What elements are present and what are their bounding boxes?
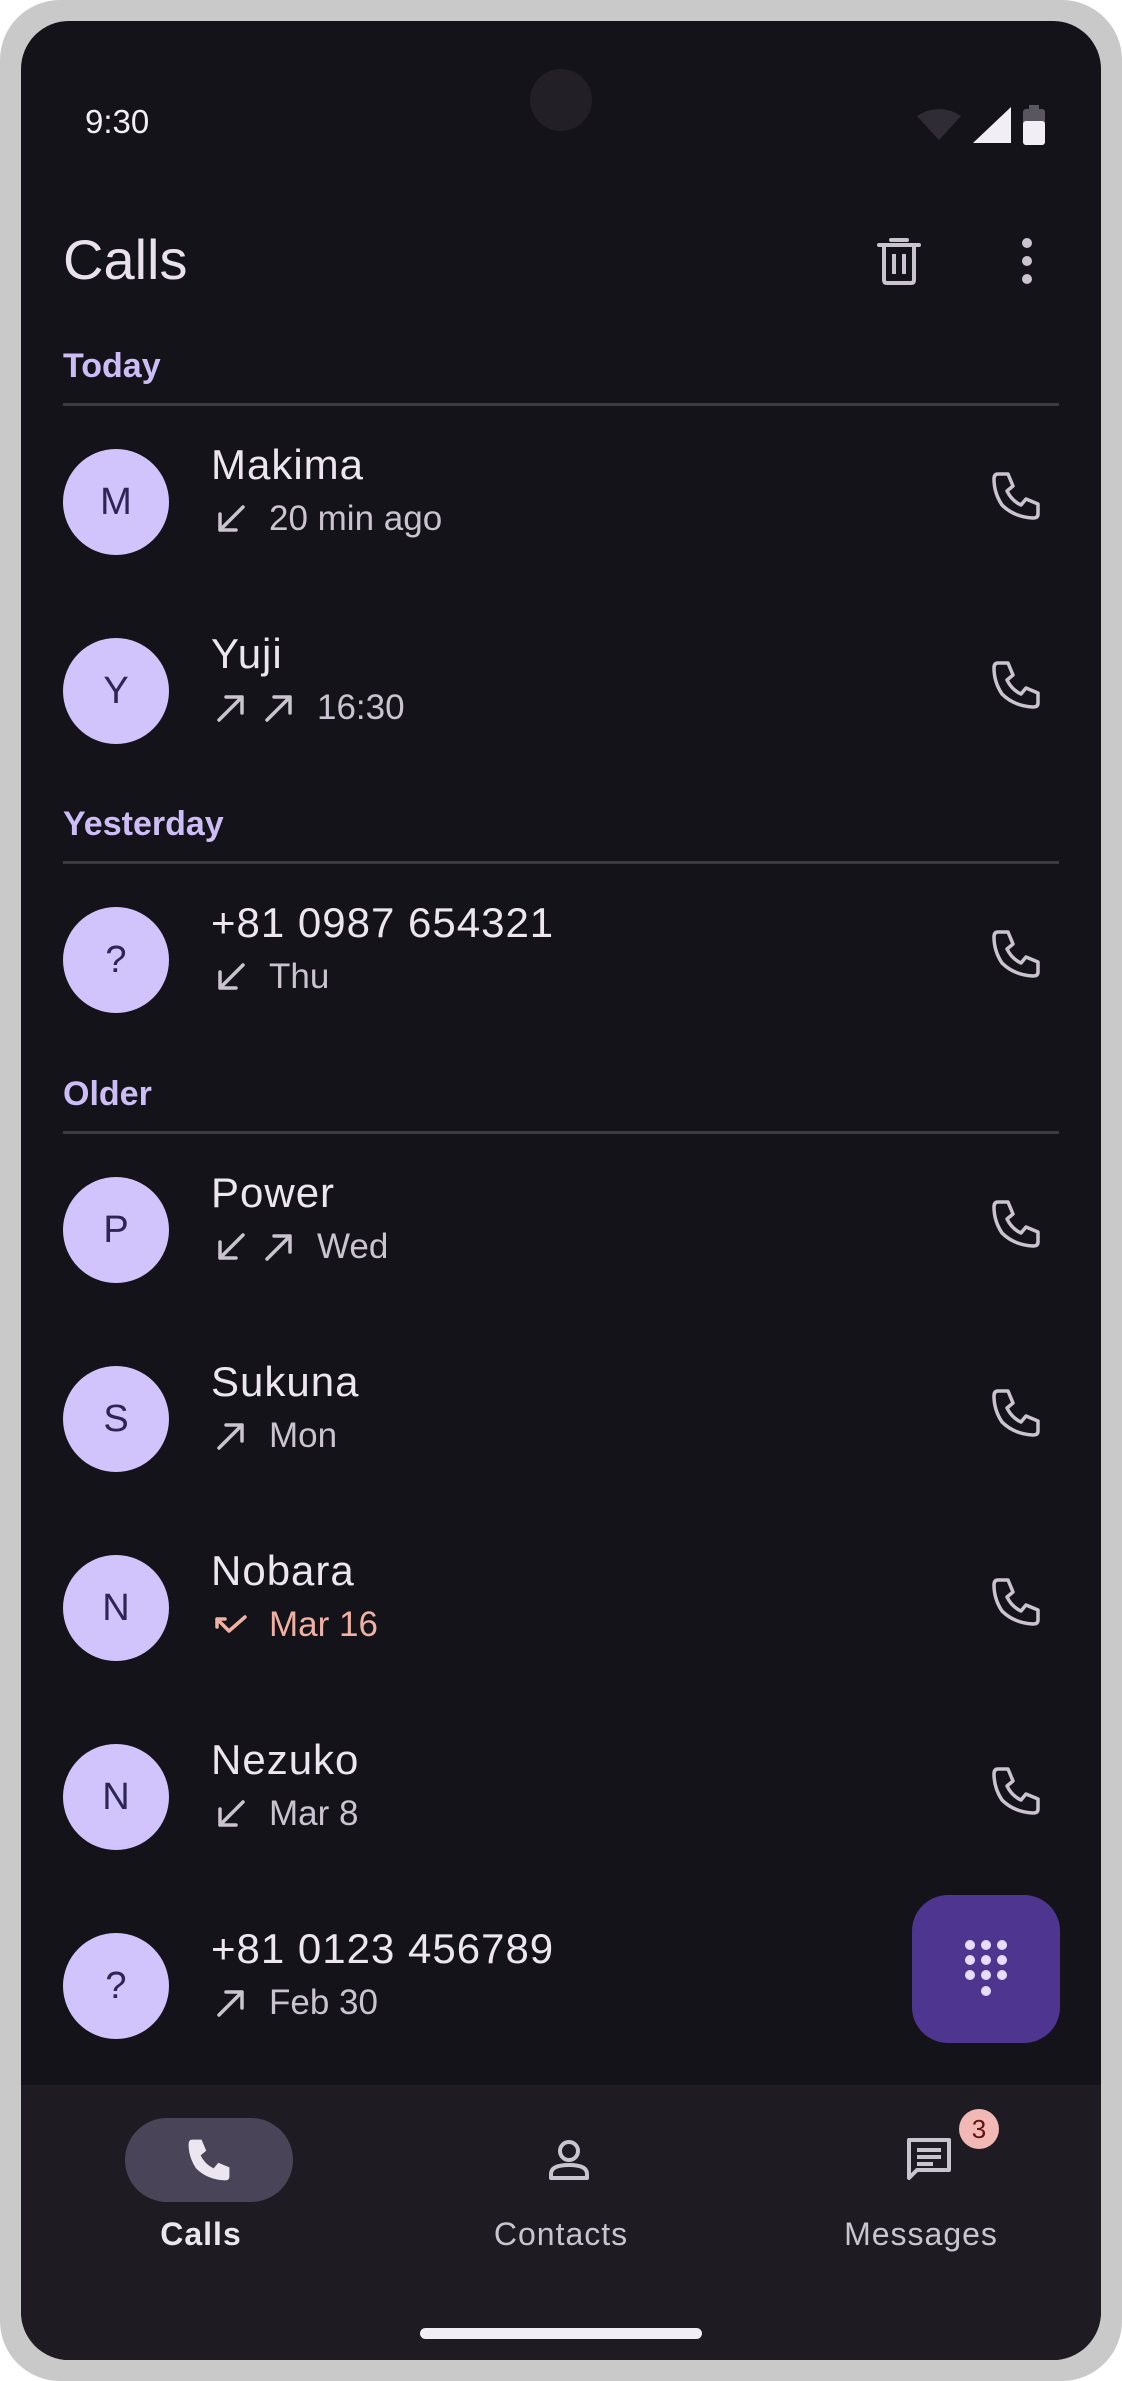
call-details: Mar 16: [211, 1603, 378, 1647]
nav-label-contacts: Contacts: [493, 2216, 629, 2252]
device-frame: 9:30 Calls Today M Makima 20 min ago Y Y…: [0, 0, 1122, 2381]
page-title: Calls: [63, 228, 188, 291]
contact-name: Yuji: [211, 630, 283, 677]
call-time: Wed: [317, 1227, 389, 1266]
avatar: N: [63, 1744, 169, 1850]
outgoing-call-icon: [211, 1983, 251, 2023]
nav-item-messages[interactable]: 3 Messages: [741, 2085, 1101, 2285]
call-time: Mar 8: [269, 1794, 359, 1833]
nav-label-messages: Messages: [844, 2216, 998, 2252]
call-row[interactable]: ? +81 0987 654321 Thu: [21, 869, 1101, 1029]
outgoing-call-icon: [211, 688, 251, 728]
status-time: 9:30: [85, 103, 150, 140]
incoming-call-icon: [211, 1227, 251, 1267]
nav-label-calls: Calls: [160, 2216, 242, 2252]
home-indicator[interactable]: [420, 2328, 702, 2339]
phone-icon: [992, 1389, 1040, 1437]
contact-name: Nezuko: [211, 1736, 360, 1783]
call-button[interactable]: [981, 461, 1051, 531]
delete-button[interactable]: [869, 231, 929, 291]
more-vert-icon: [1022, 238, 1032, 284]
contact-name: +81 0123 456789: [211, 1925, 555, 1972]
outgoing-call-icon: [259, 688, 299, 728]
call-details: Thu: [211, 955, 329, 999]
contact-name: Sukuna: [211, 1358, 360, 1405]
phone-icon: [992, 930, 1040, 978]
dialpad-icon: [965, 1940, 1007, 1996]
incoming-call-icon: [211, 1794, 251, 1834]
outgoing-call-icon: [259, 1227, 299, 1267]
dialpad-fab[interactable]: [912, 1895, 1060, 2043]
contact-name: Makima: [211, 441, 365, 488]
phone-icon: [992, 1578, 1040, 1626]
incoming-call-icon: [211, 499, 251, 539]
phone-icon: [992, 1200, 1040, 1248]
call-row[interactable]: N Nobara Mar 16: [21, 1517, 1101, 1677]
call-row[interactable]: S Sukuna Mon: [21, 1328, 1101, 1488]
call-button[interactable]: [981, 1756, 1051, 1826]
message-icon: [907, 2138, 951, 2180]
call-row[interactable]: M Makima 20 min ago: [21, 411, 1101, 571]
wifi-icon: [917, 108, 961, 147]
call-details: Feb 30: [211, 1981, 378, 2025]
contact-name: Nobara: [211, 1547, 355, 1594]
battery-icon: [1023, 104, 1045, 150]
call-time: Mar 16: [269, 1605, 378, 1644]
contact-name: +81 0987 654321: [211, 899, 555, 946]
divider: [63, 403, 1059, 406]
avatar: M: [63, 449, 169, 555]
bottom-navigation: Calls Contacts 3 Messages: [21, 2085, 1101, 2360]
status-icons: [917, 103, 1045, 151]
avatar: ?: [63, 907, 169, 1013]
nav-item-calls[interactable]: Calls: [21, 2085, 381, 2285]
phone-filled-icon: [188, 2139, 230, 2181]
call-button[interactable]: [981, 1567, 1051, 1637]
unread-badge: 3: [959, 2109, 999, 2149]
phone-icon: [992, 1767, 1040, 1815]
nav-item-contacts[interactable]: Contacts: [381, 2085, 741, 2285]
call-details: 20 min ago: [211, 497, 442, 541]
screen: 9:30 Calls Today M Makima 20 min ago Y Y…: [21, 21, 1101, 2360]
call-button[interactable]: [981, 919, 1051, 989]
avatar: ?: [63, 1933, 169, 2039]
avatar: N: [63, 1555, 169, 1661]
contact-name: Power: [211, 1169, 336, 1216]
call-button[interactable]: [981, 650, 1051, 720]
missed-call-icon: [211, 1605, 251, 1645]
call-time: Mon: [269, 1416, 338, 1455]
avatar: S: [63, 1366, 169, 1472]
avatar: P: [63, 1177, 169, 1283]
call-details: 16:30: [211, 686, 405, 730]
call-details: Mar 8: [211, 1792, 358, 1836]
outgoing-call-icon: [211, 1416, 251, 1456]
call-details: Wed: [211, 1225, 388, 1269]
nav-indicator: [125, 2118, 293, 2202]
more-options-button[interactable]: [997, 231, 1057, 291]
call-button[interactable]: [981, 1378, 1051, 1448]
call-time: Feb 30: [269, 1983, 378, 2022]
incoming-call-icon: [211, 957, 251, 997]
divider: [63, 1131, 1059, 1134]
signal-icon: [973, 106, 1011, 148]
trash-icon: [877, 238, 921, 285]
call-row[interactable]: N Nezuko Mar 8: [21, 1706, 1101, 1866]
divider: [63, 861, 1059, 864]
phone-icon: [992, 472, 1040, 520]
call-time: 16:30: [317, 688, 405, 727]
call-row[interactable]: P Power Wed: [21, 1139, 1101, 1299]
section-header-today: Today: [63, 347, 161, 385]
call-time: Thu: [269, 957, 330, 996]
front-camera: [530, 69, 592, 131]
call-row[interactable]: Y Yuji 16:30: [21, 600, 1101, 760]
section-header-yesterday: Yesterday: [63, 805, 224, 843]
avatar: Y: [63, 638, 169, 744]
nav-indicator: [485, 2118, 653, 2202]
phone-icon: [992, 661, 1040, 709]
call-button[interactable]: [981, 1189, 1051, 1259]
person-icon: [549, 2140, 589, 2180]
call-details: Mon: [211, 1414, 337, 1458]
section-header-older: Older: [63, 1075, 152, 1113]
call-time: 20 min ago: [269, 499, 443, 538]
